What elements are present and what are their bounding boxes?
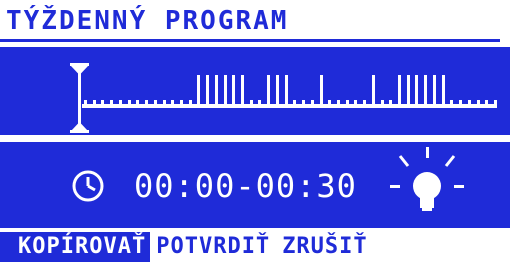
timeline-slot-active <box>267 75 270 105</box>
timeline-slot-active <box>433 75 436 105</box>
cancel-button[interactable]: ZRUŠIŤ <box>276 232 373 262</box>
timeline-slot-active <box>232 75 235 105</box>
title-underline <box>0 39 500 42</box>
timeline-slot-active <box>206 75 209 105</box>
timeline-slot-active <box>197 75 200 105</box>
timeline-slot-active <box>224 75 227 105</box>
timeline-slot-active <box>241 75 244 105</box>
timeline-ticks <box>84 75 497 105</box>
timeline-slot-active <box>415 75 418 105</box>
daily-timeline[interactable] <box>0 47 510 135</box>
daily-timeline-panel <box>0 47 510 135</box>
timeline-slot-active <box>398 75 401 105</box>
timeline-baseline <box>82 104 497 108</box>
screen-title: TÝŽDENNÝ PROGRAM <box>6 6 289 36</box>
time-slot-panel: 00:00-00:30 <box>0 142 510 228</box>
confirm-button[interactable]: POTVRDIŤ <box>150 232 276 262</box>
copy-button[interactable]: KOPÍROVAŤ <box>6 232 151 262</box>
timeline-slot-active <box>442 75 445 105</box>
light-bulb-on-icon[interactable] <box>382 144 472 222</box>
timeline-slot-active <box>424 75 427 105</box>
time-range-value[interactable]: 00:00-00:30 <box>134 166 357 206</box>
time-slot-row: 00:00-00:30 <box>70 164 357 208</box>
timeline-slot-active <box>320 75 323 105</box>
timeline-slot-active <box>372 75 375 105</box>
timeline-slot-active <box>285 75 288 105</box>
timeline-slot-active <box>276 75 279 105</box>
action-menu: KOPÍROVAŤ POTVRDIŤ ZRUŠIŤ <box>0 232 374 262</box>
clock-icon <box>72 170 104 202</box>
hourglass-cursor-icon[interactable] <box>70 63 89 133</box>
timeline-slot-active <box>407 75 410 105</box>
timeline-slot-active <box>215 75 218 105</box>
